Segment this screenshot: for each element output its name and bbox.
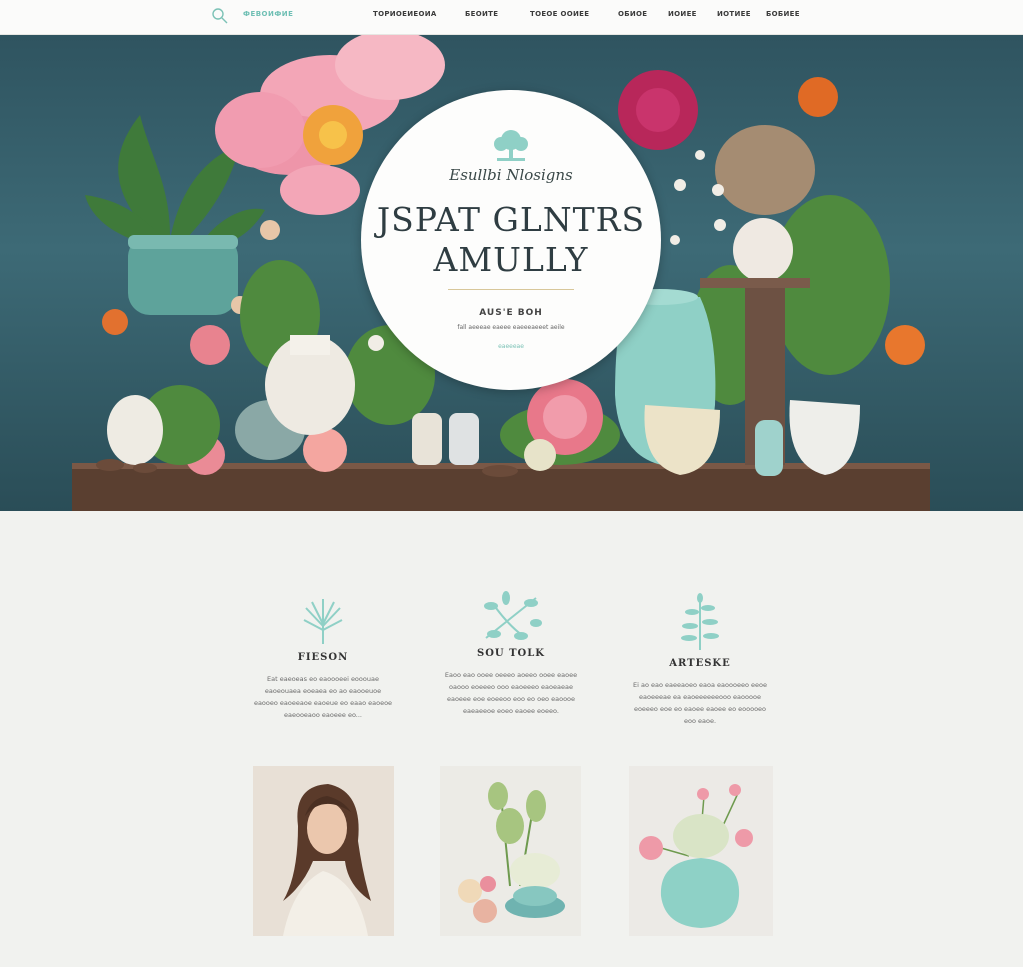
hero-title-line-1: JSPAT GLNTRS bbox=[376, 200, 646, 239]
hero-description: fall aeeeae eaeee eaeeeaeeet aeile bbox=[457, 324, 565, 331]
hero-link[interactable]: eaeeeae bbox=[361, 343, 661, 350]
top-navigation-bar: ФЕВОИФИЕ ТОРИОЕИЕОИА БЕОИТЕ ТОЕОЕ ООИЕЕ … bbox=[0, 0, 1023, 35]
feature-text-1: Eat eaeoeas eo eaoooeei eooouae eaoeouae… bbox=[253, 675, 393, 719]
nav-item-5[interactable]: ИОИЕЕ bbox=[668, 10, 697, 18]
branch-icon bbox=[484, 591, 542, 640]
floral-emblem-icon bbox=[494, 130, 528, 161]
photo-vase[interactable] bbox=[629, 766, 773, 936]
hero-title-card: Esullbi Nlosigns JSPAT GLNTRS AMULLY AUS… bbox=[361, 90, 661, 390]
hero-title: JSPAT GLNTRS AMULLY bbox=[361, 200, 661, 280]
feature-text-3: Ei ao eao eaeeaoeo eaoa eaoooeeo eeoe ea… bbox=[633, 681, 767, 725]
hero-tagline: Esullbi Nlosigns bbox=[449, 166, 573, 184]
feature-card-3: ARTESKE Ei ao eao eaeeaoeo eaoa eaoooeeo… bbox=[625, 592, 775, 727]
palm-leaf-icon bbox=[303, 599, 343, 644]
sprout-icon bbox=[681, 593, 719, 650]
photo-portrait[interactable] bbox=[253, 766, 394, 936]
flower-arrangement-image bbox=[440, 766, 581, 936]
nav-item-1[interactable]: ТОРИОЕИЕОИА bbox=[373, 10, 437, 18]
nav-item-6[interactable]: ИОТИЕЕ bbox=[717, 10, 751, 18]
feature-text-2: Eaoo eao ooee oeeeo aoeeo ooee eaoee oao… bbox=[444, 671, 578, 715]
feature-title-1: FIESON bbox=[297, 652, 349, 663]
woman-portrait-image bbox=[253, 766, 394, 936]
feature-title-3: ARTESKE bbox=[669, 658, 731, 669]
feature-card-2: SOU TOLK Eaoo eao ooee oeeeo aoeeo ooee … bbox=[436, 588, 586, 717]
vase-bouquet-image bbox=[629, 766, 773, 936]
photo-arrangement[interactable] bbox=[440, 766, 581, 936]
nav-item-4[interactable]: ОБИОЕ bbox=[618, 10, 647, 18]
nav-item-3[interactable]: ТОЕОЕ ООИЕЕ bbox=[530, 10, 589, 18]
brand-link[interactable]: ФЕВОИФИЕ bbox=[243, 10, 293, 18]
divider bbox=[448, 289, 574, 290]
hero-banner: Esullbi Nlosigns JSPAT GLNTRS AMULLY AUS… bbox=[0, 35, 1023, 511]
feature-card-1: FIESON Eat eaeoeas eo eaoooeei eooouae e… bbox=[248, 596, 398, 721]
nav-item-2[interactable]: БЕОИТЕ bbox=[465, 10, 498, 18]
hero-title-line-2: AMULLY bbox=[433, 240, 589, 279]
nav-item-7[interactable]: БОБИЕЕ bbox=[766, 10, 800, 18]
search-icon[interactable] bbox=[210, 6, 230, 26]
hero-subtitle: AUS'E BOH bbox=[479, 308, 543, 318]
feature-title-2: SOU TOLK bbox=[476, 648, 545, 659]
